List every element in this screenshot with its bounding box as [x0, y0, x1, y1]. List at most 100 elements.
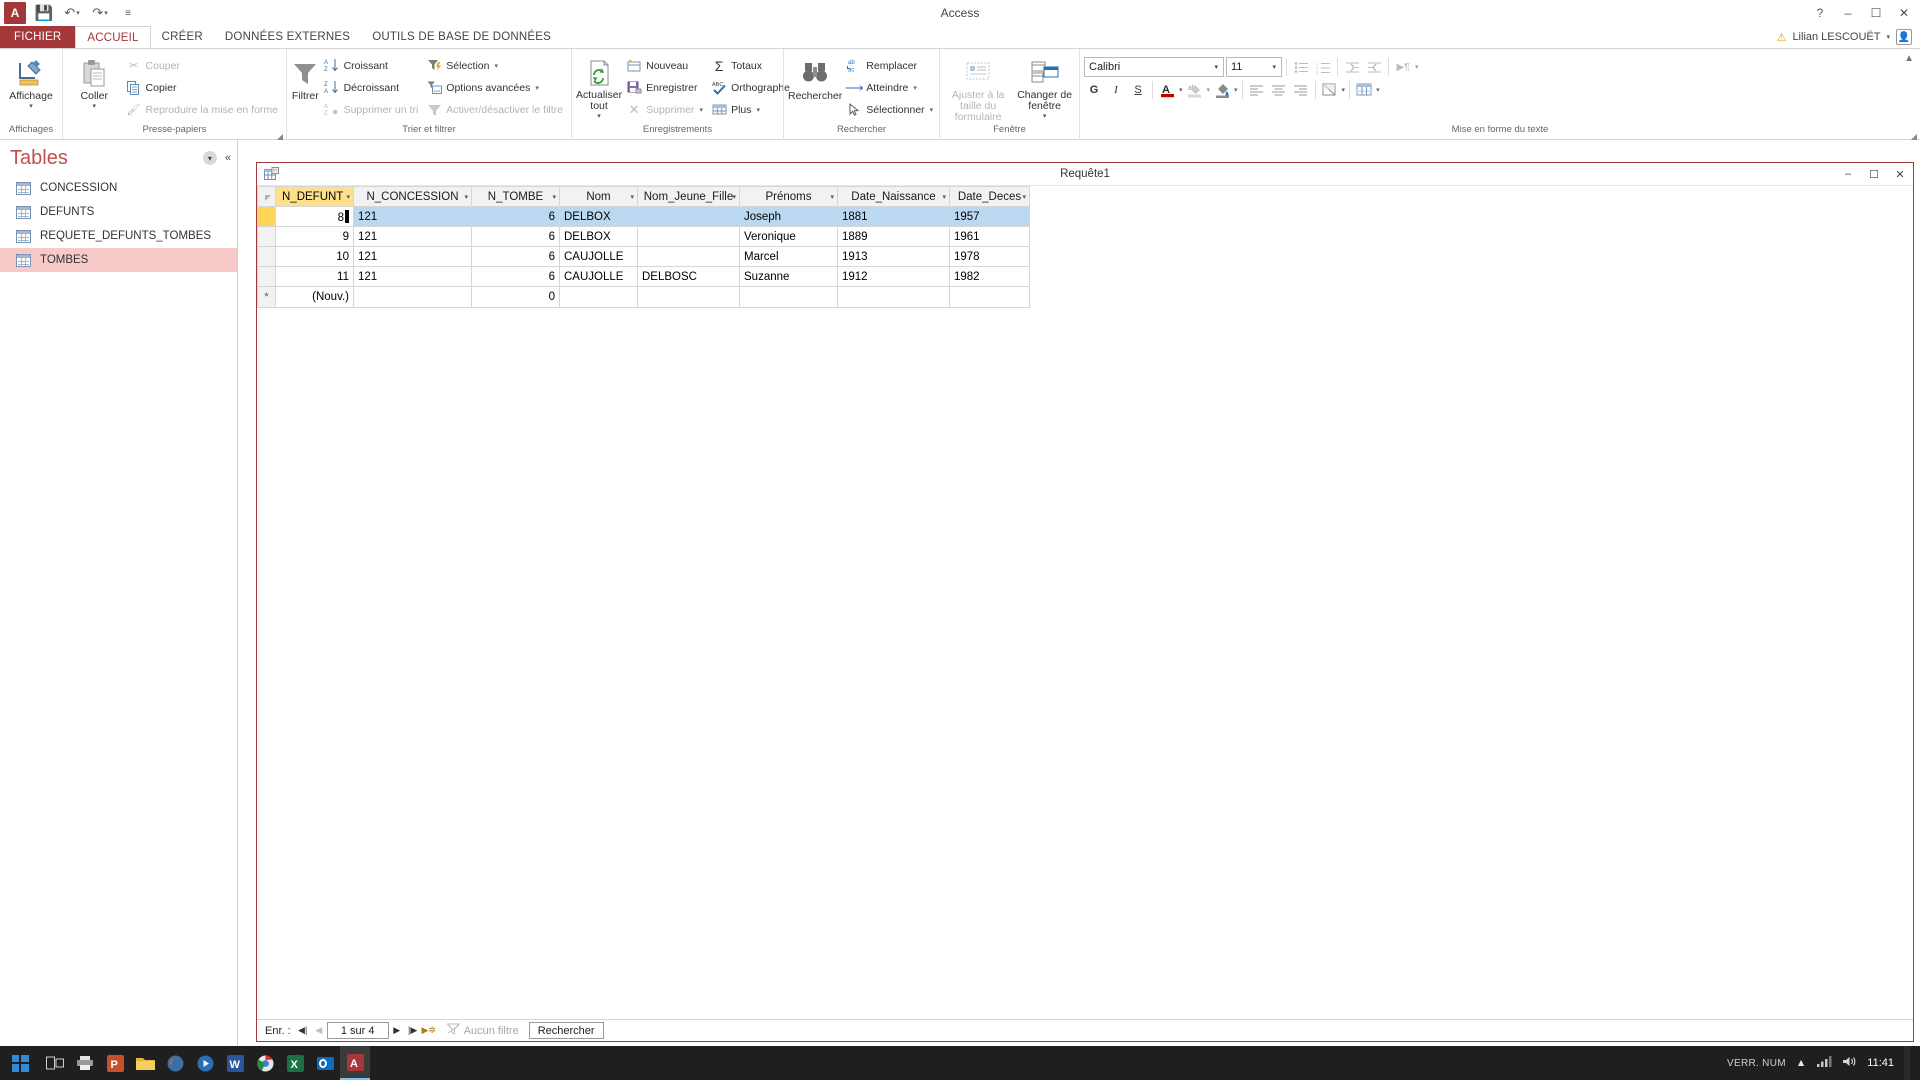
actualiser-tout-button[interactable]: Actualiser tout ▾	[576, 53, 622, 123]
table-row[interactable]: 10 121 6 CAUJOLLE Marcel 1913 1978	[257, 246, 1030, 267]
chevron-down-icon[interactable]: ▾	[29, 101, 33, 113]
select-all-cell[interactable]	[257, 186, 276, 207]
taskbar-firefox[interactable]	[160, 1046, 190, 1080]
new-record-icon[interactable]: ▶✲	[421, 1022, 437, 1040]
taskbar-printer[interactable]	[70, 1046, 100, 1080]
cell-n-tombe[interactable]: 6	[471, 266, 560, 287]
taskbar-explorer[interactable]	[130, 1046, 160, 1080]
filter-status[interactable]: Aucun filtre	[437, 1023, 525, 1038]
font-color-icon[interactable]: A	[1157, 80, 1177, 100]
windows-start-icon[interactable]	[0, 1046, 40, 1080]
row-selector[interactable]	[257, 246, 276, 267]
minimize-icon[interactable]: –	[1834, 2, 1862, 24]
chevron-down-icon[interactable]: ▾	[1211, 63, 1221, 71]
nav-item-concession[interactable]: CONCESSION	[0, 176, 237, 200]
tab-fichier[interactable]: FICHIER	[0, 26, 76, 48]
cell-n-concession[interactable]: 121	[353, 226, 472, 247]
chevron-down-icon[interactable]: ▾	[597, 111, 601, 123]
network-icon[interactable]	[1816, 1055, 1832, 1071]
reproduire-mise-en-forme-button[interactable]: 🖌 Reproduire la mise en forme	[124, 99, 282, 120]
column-header-n-defunt[interactable]: N_DEFUNT ▾	[275, 186, 354, 207]
alternate-fill-icon[interactable]	[1354, 80, 1374, 100]
plus-button[interactable]: Plus ▾	[709, 99, 794, 120]
cell-prenoms[interactable]: Veronique	[739, 226, 838, 247]
restore-icon[interactable]: ☐	[1862, 2, 1890, 24]
cell-date-naissance[interactable]: 1881	[837, 206, 950, 227]
chevron-down-icon[interactable]: ▾	[1269, 63, 1279, 71]
cell-nom[interactable]: DELBOX	[559, 206, 638, 227]
chevron-down-icon[interactable]: ▾	[464, 193, 468, 201]
nav-item-tombes[interactable]: TOMBES	[0, 248, 237, 272]
previous-record-icon[interactable]: ◀	[311, 1022, 327, 1040]
options-avancees-button[interactable]: Options avancées ▾	[424, 77, 567, 98]
chevron-down-icon[interactable]: ▾	[930, 106, 934, 114]
copier-button[interactable]: Copier	[124, 77, 282, 98]
first-record-icon[interactable]: ◀|	[295, 1022, 311, 1040]
cell-date-naissance[interactable]: 1912	[837, 266, 950, 287]
selectionner-button[interactable]: Sélectionner ▾	[844, 99, 937, 120]
chevron-down-icon[interactable]: ▾	[942, 193, 946, 201]
activer-desactiver-filtre-button[interactable]: Activer/désactiver le filtre	[424, 99, 567, 120]
taskbar-excel[interactable]: X	[280, 1046, 310, 1080]
chevron-down-icon[interactable]: ▾	[494, 62, 498, 70]
row-selector[interactable]	[257, 266, 276, 287]
cell-new-n-defunt[interactable]: (Nouv.)	[275, 286, 354, 308]
next-record-icon[interactable]: ▶	[389, 1022, 405, 1040]
table-row[interactable]: 9 121 6 DELBOX Veronique 1889 1961	[257, 226, 1030, 247]
totaux-button[interactable]: Σ Totaux	[709, 55, 794, 76]
cell-n-concession[interactable]: 121	[353, 246, 472, 267]
cell-date-deces[interactable]: 1982	[949, 266, 1030, 287]
chevron-down-icon[interactable]: ▾	[552, 193, 556, 201]
row-selector[interactable]	[257, 226, 276, 247]
cell-n-tombe[interactable]: 6	[471, 226, 560, 247]
croissant-button[interactable]: A Z Croissant	[322, 55, 423, 76]
help-icon[interactable]: ?	[1806, 2, 1834, 24]
cell-nom-jeune-fille[interactable]	[637, 226, 740, 247]
cell-prenoms[interactable]: Suzanne	[739, 266, 838, 287]
cell-new-n-concession[interactable]	[353, 286, 472, 308]
tab-donnees-externes[interactable]: DONNÉES EXTERNES	[214, 26, 361, 48]
chevron-down-icon[interactable]: ▾	[830, 193, 834, 201]
show-desktop-button[interactable]	[1904, 1046, 1910, 1080]
chevron-down-icon[interactable]: ▾	[1022, 193, 1026, 201]
column-header-nom[interactable]: Nom ▾	[559, 186, 638, 207]
user-account-icon[interactable]: 👤	[1896, 29, 1912, 45]
chevron-down-icon[interactable]: ▾	[346, 193, 350, 201]
column-header-prenoms[interactable]: Prénoms ▾	[739, 186, 838, 207]
table-row[interactable]: 11 121 6 CAUJOLLE DELBOSC Suzanne 1912 1…	[257, 266, 1030, 287]
remplacer-button[interactable]: ab ac Remplacer	[844, 55, 937, 76]
taskbar-word[interactable]: W	[220, 1046, 250, 1080]
cell-n-concession[interactable]: 121	[353, 266, 472, 287]
cell-new-nom-jeune-fille[interactable]	[637, 286, 740, 308]
tab-accueil[interactable]: ACCUEIL	[75, 26, 151, 48]
query-minimize-icon[interactable]: –	[1835, 164, 1861, 185]
tab-outils-base-de-donnees[interactable]: OUTILS DE BASE DE DONNÉES	[361, 26, 562, 48]
cell-date-naissance[interactable]: 1913	[837, 246, 950, 267]
chevron-down-icon[interactable]: ▾	[1179, 86, 1183, 94]
new-row-marker[interactable]: *	[257, 286, 276, 308]
increase-indent-icon[interactable]	[1364, 57, 1384, 77]
query-restore-icon[interactable]: ☐	[1861, 164, 1887, 185]
column-header-date-naissance[interactable]: Date_Naissance ▾	[837, 186, 950, 207]
chevron-down-icon[interactable]: ▾	[535, 84, 539, 92]
supprimer-un-tri-button[interactable]: A Z Supprimer un tri	[322, 99, 423, 120]
chevron-down-icon[interactable]: ▾	[913, 84, 917, 92]
chevron-down-icon[interactable]: ▾	[1207, 86, 1211, 94]
cell-new-prenoms[interactable]	[739, 286, 838, 308]
chevron-down-icon[interactable]: ▾	[630, 193, 634, 201]
font-size-combo[interactable]: 11 ▾	[1226, 57, 1282, 77]
cell-new-nom[interactable]	[559, 286, 638, 308]
atteindre-button[interactable]: ⟶ Atteindre ▾	[844, 77, 937, 98]
underline-button[interactable]: S	[1128, 80, 1148, 100]
taskbar-outlook[interactable]	[310, 1046, 340, 1080]
last-record-icon[interactable]: |▶	[405, 1022, 421, 1040]
cell-date-deces[interactable]: 1978	[949, 246, 1030, 267]
cell-n-defunt[interactable]: 10	[275, 246, 354, 267]
customize-qat-icon[interactable]: ≡	[115, 2, 141, 24]
affichage-button[interactable]: Affichage ▾	[4, 53, 58, 113]
nouveau-button[interactable]: Nouveau	[624, 55, 707, 76]
ajuster-taille-formulaire-button[interactable]: Ajuster à la taille du formulaire	[944, 53, 1012, 123]
cell-nom-jeune-fille[interactable]	[637, 206, 740, 227]
cell-n-concession[interactable]: 121	[353, 206, 472, 227]
column-header-n-concession[interactable]: N_CONCESSION ▾	[353, 186, 472, 207]
